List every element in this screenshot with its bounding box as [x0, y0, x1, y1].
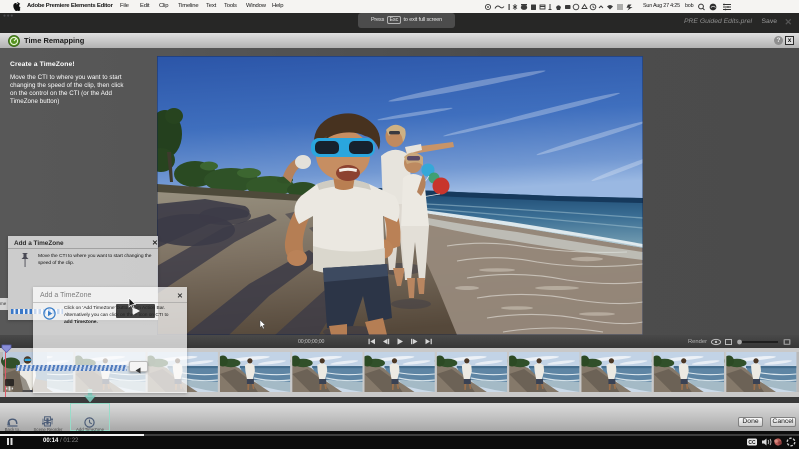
svg-text:CC: CC	[748, 440, 756, 446]
